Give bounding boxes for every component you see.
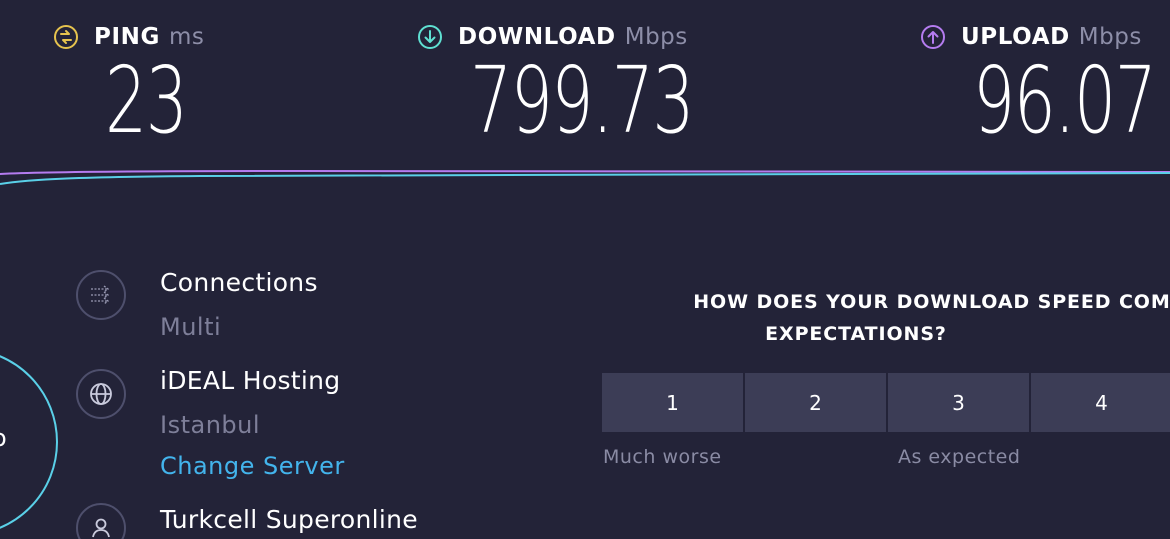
rating-caption-mid: As expected <box>898 446 1021 468</box>
user-icon <box>76 503 126 539</box>
server-name: iDEAL Hosting <box>160 366 341 395</box>
rating-button-3[interactable]: 3 <box>888 373 1029 432</box>
ping-icon <box>53 24 79 50</box>
rating-button-4[interactable]: 4 <box>1031 373 1170 432</box>
ping-value: 23 <box>105 47 188 154</box>
rating-caption-low: Much worse <box>603 446 722 468</box>
download-value: 799.73 <box>470 47 695 154</box>
connections-value: Multi <box>160 313 222 341</box>
upload-arrow-icon <box>920 24 946 50</box>
download-graph-line <box>0 172 1170 185</box>
survey-question-line1: HOW DOES YOUR DOWNLOAD SPEED COMPARE <box>693 291 1170 313</box>
rating-button-2[interactable]: 2 <box>745 373 886 432</box>
server-location: Istanbul <box>160 411 261 439</box>
rating-row: 1 2 3 4 <box>602 373 1170 432</box>
speed-gauge <box>0 348 58 536</box>
change-server-link[interactable]: Change Server <box>160 452 345 480</box>
speed-graph <box>0 169 1170 185</box>
connections-icon <box>76 270 126 320</box>
rating-button-1[interactable]: 1 <box>602 373 743 432</box>
download-arrow-icon <box>417 24 443 50</box>
survey-question-line2: EXPECTATIONS? <box>765 323 947 345</box>
gauge-value: o <box>0 424 7 452</box>
globe-icon <box>76 369 126 419</box>
provider-name: Turkcell Superonline <box>160 505 418 534</box>
survey-question: HOW DOES YOUR DOWNLOAD SPEED COMPARE EXP… <box>605 286 1170 350</box>
upload-value: 96.07 <box>973 47 1157 154</box>
connections-title: Connections <box>160 268 318 297</box>
speedtest-page: PING ms 23 DOWNLOAD Mbps 799.73 UPLOAD M… <box>0 0 1170 539</box>
